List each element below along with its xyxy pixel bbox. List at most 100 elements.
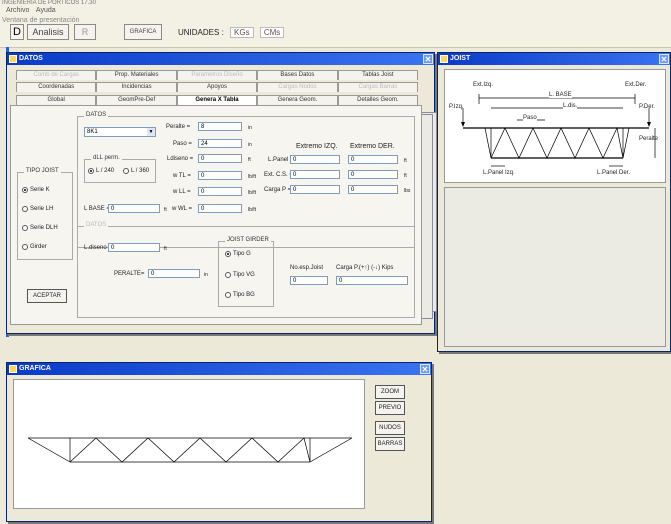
- grafica-title: GRAFICA: [19, 365, 51, 372]
- nudos-button[interactable]: NUDOS: [375, 421, 405, 435]
- ldiseno2-label: L.diseno: [84, 245, 107, 251]
- menu-ayuda[interactable]: Ayuda: [36, 7, 56, 14]
- cargap-izq-field[interactable]: 0: [290, 185, 340, 194]
- noesp-label: No.esp.Joist: [290, 265, 324, 271]
- grafica-titlebar[interactable]: GRAFICA ✕: [7, 363, 431, 375]
- tab-incidencias[interactable]: Incidencias: [96, 82, 177, 92]
- radio-dot: [22, 244, 28, 250]
- dll-perm-group: dLL perm. L / 240 L / 360: [84, 155, 156, 183]
- web-members: [490, 126, 624, 159]
- ldiseno-unit: ft: [248, 157, 251, 163]
- peralte-label: Peralte: [639, 136, 659, 142]
- dll-perm-title: dLL perm.: [91, 155, 122, 161]
- extcs-izq-field[interactable]: 0: [290, 170, 340, 179]
- wll-unit: lb/ft: [248, 190, 257, 196]
- peralte2-field[interactable]: 0: [148, 269, 200, 278]
- wll-label: w LL =: [173, 189, 191, 195]
- d-button[interactable]: D: [10, 24, 24, 40]
- radio-tipo-vg[interactable]: Tipo VG: [225, 272, 255, 278]
- tab-prop-materiales[interactable]: Prop. Materiales: [96, 70, 177, 80]
- tab-bases-datos[interactable]: Bases Datos: [257, 70, 338, 80]
- barras-button[interactable]: BARRAS: [375, 437, 405, 451]
- radio-dot: [123, 168, 129, 174]
- unit-force[interactable]: KGs: [230, 27, 254, 38]
- radio-l360[interactable]: L / 360: [123, 168, 149, 174]
- lbase-field[interactable]: 0: [108, 204, 160, 213]
- peralte-field[interactable]: 8: [198, 122, 242, 131]
- l-panel-der-label: L.Panel Der.: [597, 170, 631, 176]
- radio-label: Tipo BG: [233, 292, 255, 298]
- close-icon[interactable]: ✕: [423, 54, 433, 64]
- tab-detalles-geom[interactable]: Detalles Geom.: [337, 95, 419, 105]
- menu-archivo[interactable]: Archivo: [6, 7, 29, 14]
- extcs-label: Ext. C.S. =: [264, 172, 293, 178]
- radio-tipo-g[interactable]: Tipo G: [225, 251, 251, 257]
- tab-cargas-barras[interactable]: Cargas Barras: [337, 82, 419, 92]
- tab-parametros-diseno[interactable]: Parametros Diseño: [176, 70, 258, 80]
- analisis-button[interactable]: Analisis: [27, 24, 69, 40]
- joist-diagram-pane: Ext.Izq. Ext.Der. L. BASE L.dis. P.Izq. …: [444, 69, 666, 183]
- joist-title: JOIST: [450, 55, 471, 62]
- ldiseno-field[interactable]: 0: [198, 154, 242, 163]
- lpanel-unit: ft: [404, 158, 407, 164]
- cargap-der-field[interactable]: 0: [348, 185, 398, 194]
- radio-l240[interactable]: L / 240: [88, 168, 114, 174]
- wwl-unit: lb/ft: [248, 207, 257, 213]
- radio-tipo-bg[interactable]: Tipo BG: [225, 292, 255, 298]
- wwl-label: w WL =: [172, 206, 192, 212]
- carga-kips-field[interactable]: 0: [336, 276, 408, 285]
- joist-titlebar[interactable]: JOIST ✕: [438, 53, 670, 65]
- unit-length[interactable]: CMs: [259, 27, 285, 38]
- zoom-button[interactable]: ZOOM: [375, 385, 405, 399]
- carga-kips-label: Carga P.(+↑) (-↓) Kips: [336, 265, 394, 271]
- window-icon: [9, 365, 17, 373]
- ldiseno2-field[interactable]: 0: [108, 243, 160, 252]
- lpanel-der-field[interactable]: 0: [348, 155, 398, 164]
- tab-global[interactable]: Global: [16, 95, 97, 105]
- extremo-izq-header: Extremo IZQ.: [296, 143, 338, 150]
- tab-comb-cargas[interactable]: Comb de Cargas: [16, 70, 97, 80]
- radio-dot: [225, 292, 231, 298]
- close-icon[interactable]: ✕: [659, 54, 669, 64]
- tab-row-3: Global GeomPre-Def Genera X Tabla Genera…: [16, 95, 419, 105]
- main-toolbar: INGENIERIA DE PORTICOS 17.30 Archivo Ayu…: [0, 0, 671, 48]
- tab-coordenadas[interactable]: Coordenadas: [16, 82, 97, 92]
- radio-dot: [22, 225, 28, 231]
- extcs-der-field[interactable]: 0: [348, 170, 398, 179]
- r-button[interactable]: R: [74, 24, 96, 40]
- tab-row-2: Coordenadas Incidencias Apoyos Cargas No…: [16, 82, 419, 92]
- wll-field[interactable]: 0: [198, 187, 242, 196]
- datos-titlebar[interactable]: DATOS ✕: [7, 53, 434, 65]
- wtl-field[interactable]: 0: [198, 171, 242, 180]
- genera-x-tabla-panel: TIPO JOIST Serie K Serie LH Serie DLH Gi…: [10, 105, 422, 325]
- tab-cargas-nodos[interactable]: Cargas Nodos: [257, 82, 338, 92]
- noesp-field[interactable]: 0: [290, 276, 328, 285]
- wtl-label: w TL =: [173, 173, 191, 179]
- wwl-field[interactable]: 0: [198, 204, 242, 213]
- radio-dot: [22, 187, 28, 193]
- previo-button[interactable]: PREVIO: [375, 401, 405, 415]
- tab-genera-x-tabla[interactable]: Genera X Tabla: [176, 95, 258, 105]
- ext-izq-label: Ext.Izq.: [473, 82, 494, 88]
- grafica-canvas[interactable]: [13, 379, 365, 509]
- lpanel-izq-field[interactable]: 0: [290, 155, 340, 164]
- tab-geompre-def[interactable]: GeomPre-Def: [96, 95, 177, 105]
- joist-designation-combo[interactable]: 8K1 ▼: [84, 127, 156, 137]
- radio-serie-k[interactable]: Serie K: [22, 187, 50, 193]
- tab-apoyos[interactable]: Apoyos: [176, 82, 258, 92]
- grafica-button[interactable]: GRAFICA: [124, 24, 162, 40]
- datos-title: DATOS: [19, 55, 43, 62]
- l-dis-label: L.dis.: [563, 103, 578, 109]
- close-icon[interactable]: ✕: [420, 364, 430, 374]
- tab-tablas-joist[interactable]: Tablas Joist: [337, 70, 419, 80]
- radio-serie-lh[interactable]: Serie LH: [22, 206, 53, 212]
- window-icon: [9, 55, 17, 63]
- paso-field[interactable]: 24: [198, 139, 242, 148]
- p-izq-label: P.Izq.: [449, 104, 464, 110]
- tab-genera-geom[interactable]: Genera Geom.: [257, 95, 338, 105]
- radio-girder[interactable]: Girder: [22, 244, 47, 250]
- aceptar-button[interactable]: ACEPTAR: [27, 289, 67, 303]
- chevron-down-icon[interactable]: ▼: [147, 128, 155, 136]
- radio-label: Girder: [30, 244, 47, 250]
- radio-serie-dlh[interactable]: Serie DLH: [22, 225, 58, 231]
